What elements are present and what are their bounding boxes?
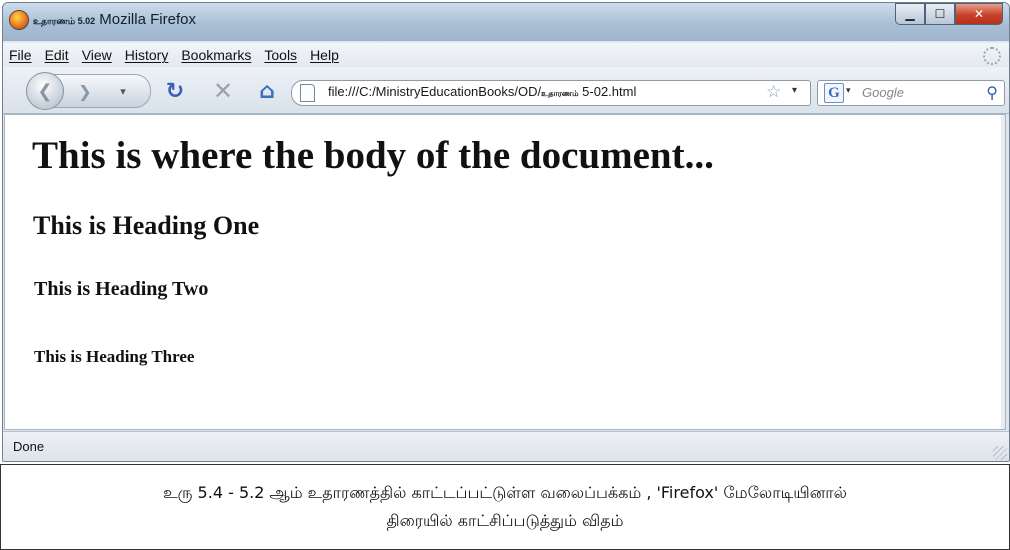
minimize-button[interactable]: ▁	[895, 3, 925, 25]
home-icon: ⌂	[259, 78, 275, 104]
search-box[interactable]: G ▾ Google ⚲	[817, 80, 1005, 106]
page-content: This is where the body of the document..…	[4, 114, 1006, 430]
menu-help[interactable]: Help	[310, 47, 339, 63]
reload-icon: ↻	[165, 78, 185, 104]
search-input[interactable]: Google	[862, 85, 904, 100]
browser-window: உதாரணம் 5.02 Mozilla Firefox ▁ ☐ ✕ File …	[2, 2, 1010, 462]
url-text[interactable]: file:///C:/MinistryEducationBooks/OD/உதா…	[328, 84, 636, 99]
page-icon	[300, 84, 315, 102]
home-button[interactable]: ⌂	[253, 77, 281, 105]
menu-view[interactable]: View	[82, 47, 112, 63]
figure-caption: உரு 5.4 - 5.2 ஆம் உதாரணத்தில் காட்டப்பட்…	[0, 464, 1010, 550]
content-edge	[1001, 115, 1005, 429]
back-button[interactable]: ❮	[26, 72, 64, 110]
maximize-button[interactable]: ☐	[925, 3, 955, 25]
reload-button[interactable]: ↻	[161, 77, 189, 105]
window-title: உதாரணம் 5.02 Mozilla Firefox	[33, 11, 196, 28]
window-controls: ▁ ☐ ✕	[895, 3, 1003, 25]
navigation-toolbar: ❮ ❯ ▾ ↻ ✕ ⌂ file:///C:/MinistryEducation…	[3, 67, 1009, 114]
chevron-down-icon: ▾	[120, 84, 126, 98]
menu-bar: File Edit View History Bookmarks Tools H…	[3, 43, 1009, 67]
heading-three: This is Heading Three	[34, 347, 195, 366]
document-heading-main: This is where the body of the document..…	[32, 134, 714, 177]
status-text: Done	[13, 439, 45, 454]
caption-line-1: உரு 5.4 - 5.2 ஆம் உதாரணத்தில் காட்டப்பட்…	[163, 483, 847, 502]
menu-tools[interactable]: Tools	[264, 47, 297, 63]
close-button[interactable]: ✕	[955, 3, 1003, 25]
url-bar[interactable]: file:///C:/MinistryEducationBooks/OD/உதா…	[291, 80, 811, 106]
forward-arrow-icon: ❯	[78, 81, 92, 101]
stop-icon: ✕	[212, 77, 234, 105]
caption-line-2: திரையில் காட்சிப்படுத்தும் விதம்	[386, 511, 624, 530]
status-bar: Done	[3, 431, 1009, 461]
history-dropdown-button[interactable]: ▾	[114, 81, 132, 101]
back-forward-group: ❮ ❯ ▾	[26, 72, 151, 110]
url-dropdown-button[interactable]: ▾	[792, 85, 797, 96]
resize-grip-icon[interactable]	[993, 446, 1007, 460]
firefox-logo-icon	[9, 10, 29, 30]
url-suffix: 5-02.html	[578, 84, 637, 99]
url-tamil: உதாரணம்	[541, 89, 579, 98]
title-bar[interactable]: உதாரணம் 5.02 Mozilla Firefox ▁ ☐ ✕	[3, 3, 1009, 41]
heading-two: This is Heading Two	[34, 278, 209, 300]
back-arrow-icon: ❮	[37, 80, 53, 102]
stop-button[interactable]: ✕	[209, 77, 237, 105]
search-engine-dropdown[interactable]: ▾	[846, 86, 851, 96]
menu-bookmarks[interactable]: Bookmarks	[181, 47, 251, 63]
bookmark-star-icon[interactable]: ☆	[766, 82, 781, 102]
menu-file[interactable]: File	[9, 47, 32, 63]
menu-history[interactable]: History	[125, 47, 169, 63]
url-prefix: file:///C:/MinistryEducationBooks/OD/	[328, 84, 542, 99]
forward-button[interactable]: ❯	[68, 78, 102, 104]
window-title-prefix: உதாரணம் 5.02	[33, 16, 96, 26]
search-icon[interactable]: ⚲	[986, 83, 998, 102]
throbber-icon	[983, 47, 1001, 65]
search-engine-icon[interactable]: G	[824, 83, 844, 103]
menu-edit[interactable]: Edit	[45, 47, 69, 63]
window-title-app: Mozilla Firefox	[99, 11, 196, 28]
heading-one: This is Heading One	[33, 211, 260, 240]
